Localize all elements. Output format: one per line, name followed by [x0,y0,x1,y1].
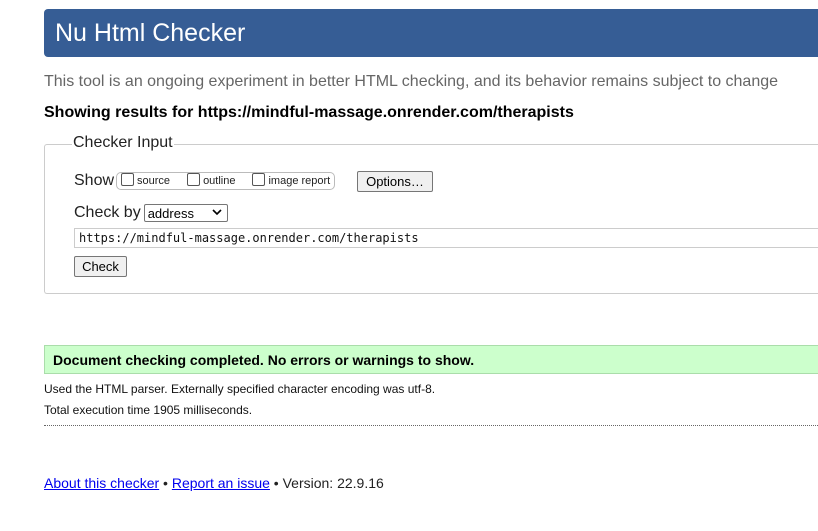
checker-input-legend: Checker Input [72,134,174,152]
results-for-heading: Showing results for https://mindful-mass… [44,104,574,121]
options-button[interactable]: Options… [357,171,433,192]
url-input[interactable]: https://mindful-massage.onrender.com/the… [74,228,818,248]
footer-separator: • [159,475,172,491]
header-bar: Nu Html Checker [44,9,818,57]
source-checkbox-label[interactable]: source [137,175,170,187]
check-button[interactable]: Check [74,256,127,277]
show-options-group: source outline image report [116,172,336,190]
check-by-label: Check by [74,204,141,221]
show-label: Show [74,172,115,189]
check-by-row: Check by address [74,204,228,222]
chevron-down-icon [212,209,222,216]
intro-subtitle: This tool is an ongoing experiment in be… [44,73,779,90]
parser-info: Used the HTML parser. Externally specifi… [44,382,436,396]
footer: About this checker • Report an issue • V… [44,475,384,491]
success-message: Document checking completed. No errors o… [44,345,818,374]
execution-time: Total execution time 1905 milliseconds. [44,403,253,417]
check-by-select[interactable]: address [143,204,228,222]
divider [44,425,818,426]
footer-separator: • [269,475,283,491]
report-issue-link[interactable]: Report an issue [172,475,270,491]
check-by-selected-value: address [147,205,194,221]
show-options-row: Show source outline image report [74,170,336,192]
outline-checkbox-label[interactable]: outline [203,175,235,187]
page-title: Nu Html Checker [55,19,246,47]
version-text: Version: 22.9.16 [282,475,384,491]
image-report-checkbox-label[interactable]: image report [268,175,330,187]
page: Nu Html Checker This tool is an ongoing … [0,0,818,531]
about-checker-link[interactable]: About this checker [44,475,159,491]
image-report-checkbox[interactable] [252,172,266,186]
outline-checkbox[interactable] [187,172,201,186]
source-checkbox[interactable] [121,172,135,186]
